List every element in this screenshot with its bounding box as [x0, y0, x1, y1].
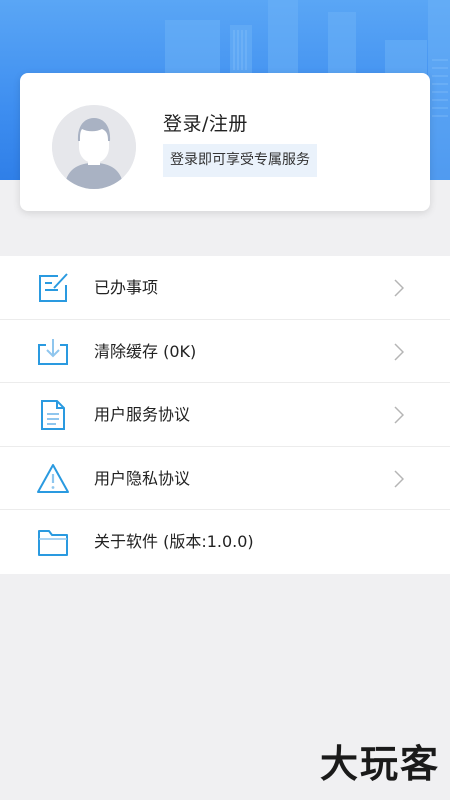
- chevron-right-icon: [394, 406, 404, 424]
- menu-label: 关于软件 (版本:1.0.0): [94, 532, 254, 551]
- menu-item-pending-tasks[interactable]: 已办事项: [0, 256, 450, 320]
- menu-item-privacy-agreement[interactable]: 用户隐私协议: [0, 447, 450, 510]
- folder-icon: [38, 530, 68, 556]
- menu-label: 清除缓存 (0K): [94, 341, 197, 361]
- chevron-right-icon: [394, 469, 404, 488]
- menu-item-clear-cache[interactable]: 清除缓存 (0K): [0, 320, 450, 383]
- menu-label: 用户隐私协议: [94, 468, 191, 488]
- menu-item-about-software[interactable]: 关于软件 (版本:1.0.0): [0, 510, 450, 574]
- download-tray-icon: [38, 338, 68, 365]
- login-register-title[interactable]: 登录/注册: [163, 109, 248, 136]
- chevron-right-icon: [394, 279, 404, 297]
- profile-card[interactable]: 登录/注册 登录即可享受专属服务: [20, 73, 430, 211]
- menu-label: 已办事项: [94, 278, 159, 297]
- chevron-right-icon: [394, 342, 404, 361]
- settings-menu: 已办事项 清除缓存 (0K) 用户服务协议 用户隐私协议 关于软件 (版本:1.…: [0, 256, 450, 574]
- menu-item-service-agreement[interactable]: 用户服务协议: [0, 383, 450, 447]
- edit-note-icon: [39, 273, 68, 302]
- login-benefit-subtitle: 登录即可享受专属服务: [163, 144, 317, 177]
- user-avatar-icon[interactable]: [52, 105, 136, 189]
- watermark-logo: 大玩客: [319, 742, 440, 786]
- menu-label: 用户服务协议: [94, 405, 191, 424]
- warning-icon: [37, 463, 69, 493]
- document-icon: [41, 400, 65, 430]
